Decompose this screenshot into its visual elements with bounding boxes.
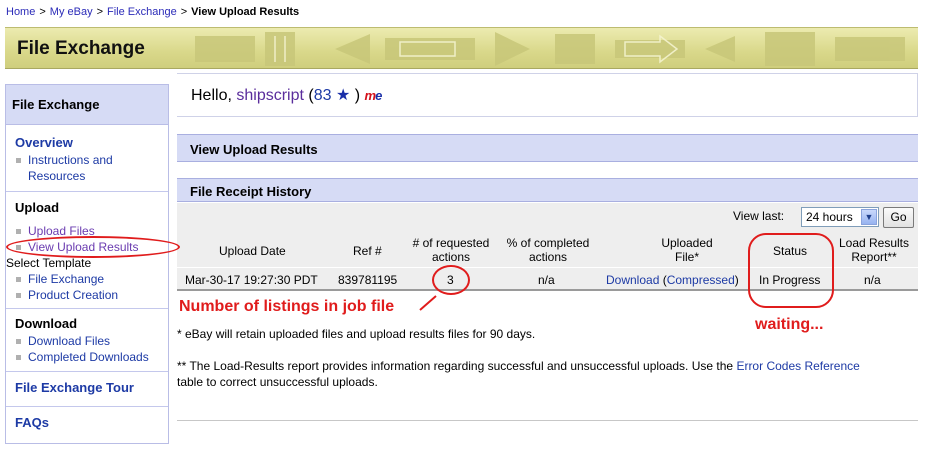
sidebar-download-heading: Download [15,316,78,331]
go-button[interactable]: Go [883,207,914,228]
col-uploaded-file: Uploaded File* [661,236,713,264]
feedback-close-paren: ) [354,87,361,104]
breadcrumb: Home > My eBay > File Exchange > View Upload R… [6,6,299,18]
chevron-down-icon[interactable]: ▼ [861,209,877,225]
view-last-label: View last: [733,209,785,223]
banner-decoration [195,32,905,66]
annotation-ring-view-upload-results [6,236,180,258]
sidebar-overview-link[interactable]: Overview [15,134,168,152]
sidebar-item-download-files[interactable]: Download Files [15,333,168,349]
cell-upload-date: Mar-30-17 19:27:30 PDT [185,273,318,287]
col-ref: Ref # [353,244,382,258]
col-load-results-report: Load Results Report** [838,236,910,264]
breadcrumb-home[interactable]: Home [6,6,35,18]
cell-uploaded-file: Download (Compressed) [606,273,739,287]
annotation-waiting: waiting... [755,316,824,333]
receipt-history-title: File Receipt History [177,178,918,202]
sidebar-tour-link[interactable]: File Exchange Tour [15,379,168,397]
cell-ref: 839781195 [338,273,398,287]
about-me-icon[interactable]: me [365,88,383,103]
divider [177,420,918,421]
sidebar-section-overview: Overview Instructions and Resources [6,125,168,192]
header-banner: File Exchange [5,27,918,69]
retention-note: * eBay will retain uploaded files and up… [177,327,536,341]
greeting: Hello, shipscript (83 ★ ) me [191,85,383,105]
load-results-note-text-2: table to correct unsuccessful uploads. [177,375,378,389]
view-last-value: 24 hours [806,210,853,224]
sidebar-upload-heading: Upload [15,200,60,215]
greeting-box: Hello, shipscript (83 ★ ) me [177,73,918,117]
col-requested: # of requested actions [412,236,490,264]
sidebar-section-download: Download Download Files Completed Downlo… [6,309,168,372]
annotation-listings: Number of listings in job file [179,298,395,315]
cell-completed: n/a [538,273,555,287]
sidebar-section-faqs: FAQs [6,407,168,436]
col-upload-date: Upload Date [219,244,286,258]
breadcrumb-separator: > [96,6,104,18]
greeting-prefix: Hello, [191,87,232,104]
sidebar-header: File Exchange [6,85,168,125]
sidebar-item-template-file-exchange[interactable]: File Exchange [15,271,168,287]
username-link[interactable]: shipscript [236,87,304,104]
sidebar-item-completed-downloads[interactable]: Completed Downloads [15,349,168,365]
feedback-score-link[interactable]: 83 [314,87,332,104]
download-compressed-link[interactable]: Compressed [667,273,735,287]
cell-load-results-report: n/a [864,273,881,287]
view-last-row: View last: 24 hours ▼ Go [177,203,918,232]
banner-title: File Exchange [17,38,145,59]
sidebar-item-instructions[interactable]: Instructions and Resources [15,152,125,184]
error-codes-reference-link[interactable]: Error Codes Reference [736,359,859,373]
feedback-star-icon[interactable]: ★ [336,85,350,105]
compressed-close-paren: ) [734,273,739,287]
load-results-note-text: ** The Load-Results report provides info… [177,359,734,373]
breadcrumb-current: View Upload Results [191,6,300,18]
annotation-ring-requested [432,265,470,295]
breadcrumb-file-exchange[interactable]: File Exchange [107,6,177,18]
sidebar-section-tour: File Exchange Tour [6,372,168,407]
breadcrumb-my-ebay[interactable]: My eBay [50,6,93,18]
page-title: View Upload Results [177,134,918,162]
annotation-ring-status [748,233,834,308]
sidebar-faqs-link[interactable]: FAQs [15,414,168,432]
sidebar: File Exchange Overview Instructions and … [5,84,169,444]
sidebar-item-template-product-creation[interactable]: Product Creation [15,287,168,303]
download-link[interactable]: Download [606,273,659,287]
load-results-note: ** The Load-Results report provides info… [177,358,917,390]
col-completed: % of completed actions [506,236,590,264]
breadcrumb-separator: > [180,6,188,18]
annotation-arrow [419,295,437,311]
view-last-select[interactable]: 24 hours ▼ [801,207,879,227]
breadcrumb-separator: > [39,6,46,18]
